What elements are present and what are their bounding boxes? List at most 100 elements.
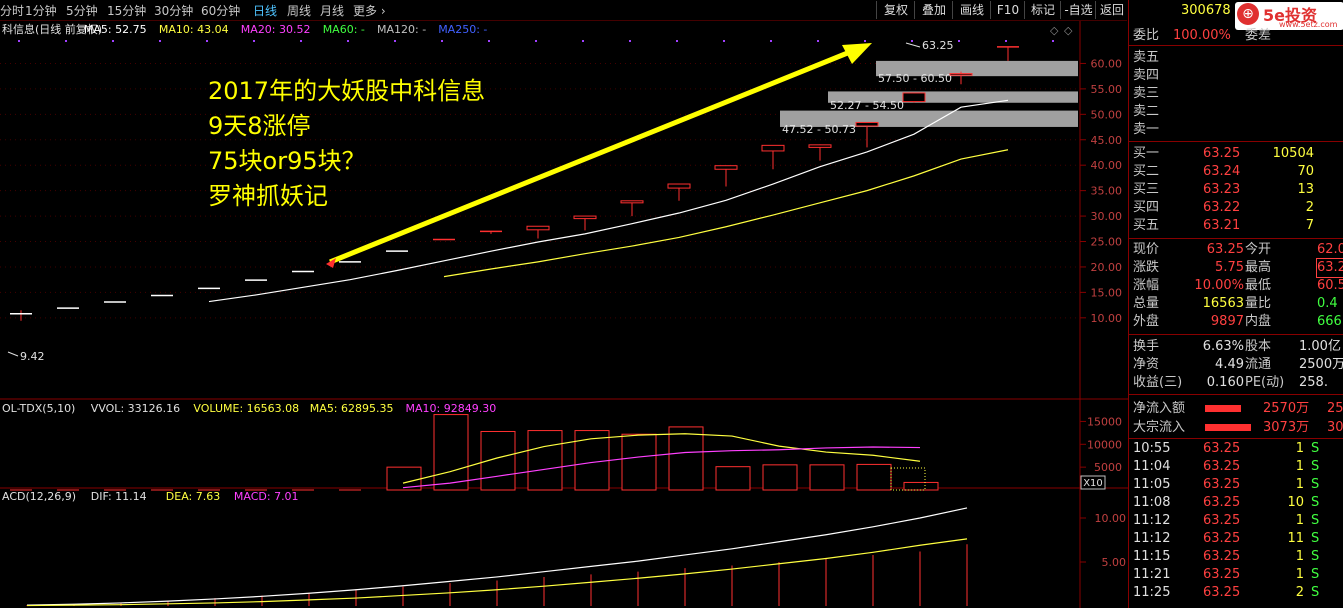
- logo-5etz: ⊕ 5e投资 www.5etz.com: [1235, 2, 1343, 30]
- period-tab-6[interactable]: 日线: [253, 2, 277, 19]
- period-tab-0[interactable]: 分时: [0, 2, 24, 19]
- macd-legend-3: MACD: 7.01: [234, 490, 299, 503]
- flow-label: 净流入额: [1133, 401, 1186, 416]
- toolbar-button-2[interactable]: 画线: [952, 1, 991, 19]
- tick-row-2: 11:05 63.25 1 S: [1133, 476, 1343, 494]
- stat-value: 666: [1317, 314, 1342, 329]
- tick-time: 10:55: [1133, 441, 1171, 456]
- tick-time: 11:15: [1133, 549, 1171, 564]
- period-tab-1[interactable]: 1分钟: [25, 2, 57, 19]
- stat2-label: 净资: [1133, 357, 1160, 372]
- weibi-value: 100.00%: [1173, 28, 1231, 43]
- bid-label: 买一: [1133, 146, 1160, 161]
- stat-label: 今开: [1245, 242, 1272, 257]
- bid-row-3: 买四 63.22 2: [1133, 199, 1343, 217]
- stat-label: 现价: [1133, 242, 1160, 257]
- y-tick-label: 45.00: [1091, 134, 1123, 147]
- volume-bar: [527, 430, 563, 491]
- period-tab-8[interactable]: 月线: [320, 2, 344, 19]
- top-marker: [112, 40, 114, 42]
- bid-label: 买四: [1133, 200, 1160, 215]
- divider: [1129, 334, 1343, 335]
- top-marker: [65, 40, 67, 42]
- stat-row-2: 涨幅 10.00% 最低 60.5: [1133, 277, 1343, 295]
- flow-value: 2570万: [1263, 401, 1310, 416]
- macd-legend-1: DIF: 11.14: [91, 490, 147, 503]
- main-legend-4: MA60: -: [323, 23, 365, 36]
- stock-code: 300678: [1181, 3, 1231, 18]
- y-tick-label: 25.00: [1091, 236, 1123, 249]
- tick-row-6: 11:15 63.25 1 S: [1133, 548, 1343, 566]
- toolbar-button-6[interactable]: 返回: [1095, 1, 1128, 19]
- top-marker: [770, 40, 772, 42]
- period-toolbar: 分时 1分钟 5分钟 15分钟 30分钟 60分钟 日线 周线 月线 更多 › 复权 叠加 画线 F10 标…: [0, 0, 1127, 21]
- stat-label: 最低: [1245, 278, 1272, 293]
- top-marker: [159, 40, 161, 42]
- bid-price: 63.21: [1203, 218, 1241, 233]
- volume-bar: [762, 464, 798, 491]
- top-marker: [864, 40, 866, 42]
- tick-row-1: 11:04 63.25 1 S: [1133, 458, 1343, 476]
- tick-side: S: [1311, 567, 1320, 582]
- period-tab-5[interactable]: 60分钟: [201, 2, 240, 19]
- candle-body: [949, 73, 973, 76]
- stat-value: 5.75: [1215, 260, 1244, 275]
- ask-label: 卖三: [1133, 86, 1160, 101]
- y-tick-label: 55.00: [1091, 83, 1123, 96]
- toolbar-button-4[interactable]: 标记: [1024, 1, 1061, 19]
- y-tick-label: 35.00: [1091, 185, 1123, 198]
- tick-vol: 1: [1295, 567, 1304, 582]
- candle-body: [526, 225, 550, 231]
- divider: [1129, 438, 1343, 439]
- period-tab-7[interactable]: 周线: [287, 2, 311, 19]
- flow-extra: 25: [1327, 401, 1343, 416]
- flow-label: 大宗流入: [1133, 420, 1186, 435]
- bid-label: 买五: [1133, 218, 1160, 233]
- tick-time: 11:05: [1133, 477, 1171, 492]
- stat-row-1: 涨跌 5.75 最高 63.2: [1133, 258, 1343, 278]
- top-marker: [582, 40, 584, 42]
- high-pointer: [905, 42, 921, 48]
- tick-side: S: [1311, 477, 1320, 492]
- weibi-row: 委比 100.00% 委差: [1133, 27, 1343, 45]
- stat2-label: PE(动): [1245, 375, 1285, 390]
- stat-value: 0.4: [1317, 296, 1338, 311]
- y-tick-label: 30.00: [1091, 210, 1123, 223]
- ma5-line: [208, 99, 1009, 303]
- stat2-value: 6.63%: [1202, 339, 1244, 354]
- annotation-line-1: 9天8涨停: [208, 112, 311, 140]
- stat2-label: 换手: [1133, 339, 1160, 354]
- candle-body: [620, 200, 644, 204]
- tick-side: S: [1311, 459, 1320, 474]
- toolbar-button-0[interactable]: 复权: [876, 1, 915, 19]
- divider: [1129, 394, 1343, 395]
- toolbar-button-3[interactable]: F10: [990, 1, 1025, 19]
- bid-price: 63.23: [1203, 182, 1241, 197]
- stat-value: 62.0: [1317, 242, 1343, 257]
- period-tab-4[interactable]: 30分钟: [154, 2, 193, 19]
- tick-time: 11:12: [1133, 513, 1171, 528]
- stat-label: 最高: [1245, 260, 1272, 275]
- top-marker: [723, 40, 725, 42]
- top-marker: [394, 40, 396, 42]
- trend-arrow-head: [842, 43, 872, 64]
- period-tab-2[interactable]: 5分钟: [66, 2, 98, 19]
- top-marker: [347, 40, 349, 42]
- gap-label: 47.52 - 50.73: [782, 123, 856, 136]
- tick-time: 11:25: [1133, 585, 1171, 600]
- bid-price: 63.22: [1203, 200, 1241, 215]
- toolbar-button-5[interactable]: -自选: [1060, 1, 1096, 19]
- stat-label: 外盘: [1133, 314, 1160, 329]
- flow-bar: [1205, 405, 1241, 412]
- stat2-row-2: 收益(三) 0.160 PE(动) 258.: [1133, 374, 1343, 392]
- chart-canvas[interactable]: 科信息(日线 前复权)MA5: 52.75 MA10: 43.04 MA20: 30…: [0, 0, 1128, 608]
- toolbar-button-1[interactable]: 叠加: [914, 1, 953, 19]
- main-legend-1: MA5: 52.75: [84, 23, 147, 36]
- period-tab-3[interactable]: 15分钟: [107, 2, 146, 19]
- tick-vol: 11: [1287, 531, 1304, 546]
- volume-bar: [903, 481, 939, 491]
- period-tab-9[interactable]: 更多 ›: [353, 2, 386, 19]
- stat-value: 63.25: [1206, 242, 1244, 257]
- tick-time: 11:21: [1133, 567, 1171, 582]
- ask-row-1: 卖四: [1133, 67, 1343, 85]
